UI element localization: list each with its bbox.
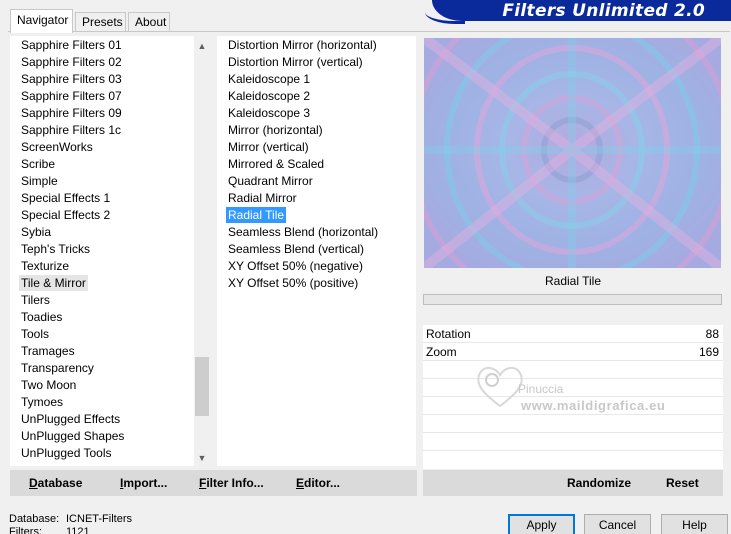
category-item[interactable]: Tramages	[19, 343, 77, 359]
status-value: 1121	[66, 526, 90, 534]
status-value: ICNET-Filters	[66, 513, 132, 525]
scroll-down-icon[interactable]: ▼	[194, 450, 210, 466]
status-database: Database: ICNET-Filters	[9, 513, 132, 525]
param-row-rotation[interactable]: Rotation 88	[423, 325, 723, 343]
filter-item[interactable]: Kaleidoscope 3	[226, 105, 312, 121]
preview-filter-name: Radial Tile	[424, 268, 722, 294]
status-filters: Filters: 1121	[9, 526, 90, 534]
filter-info-button[interactable]: Filter Info...	[199, 470, 264, 496]
param-row-empty	[423, 415, 723, 433]
button-rest: ditor...	[304, 476, 341, 490]
param-row-zoom[interactable]: Zoom 169	[423, 343, 723, 361]
category-item[interactable]: UnPlugged Shapes	[19, 428, 126, 444]
param-value: 169	[698, 345, 719, 359]
filter-item[interactable]: XY Offset 50% (positive)	[226, 275, 360, 291]
filter-item[interactable]: Radial Tile	[226, 207, 287, 223]
button-rest: mport...	[123, 476, 168, 490]
tab-about[interactable]: About	[128, 12, 170, 32]
scroll-thumb[interactable]	[195, 357, 209, 416]
button-accel: D	[29, 476, 38, 490]
filter-item[interactable]: Seamless Blend (horizontal)	[226, 224, 380, 240]
category-item[interactable]: Transparency	[19, 360, 96, 376]
tab-strip-divider	[8, 31, 730, 32]
category-item[interactable]: UnPlugged Effects	[19, 411, 122, 427]
category-item[interactable]: Tile & Mirror	[19, 275, 88, 291]
category-item[interactable]: Tools	[19, 326, 51, 342]
database-button[interactable]: Database	[29, 470, 82, 496]
tab-navigator[interactable]: Navigator	[10, 9, 73, 33]
preview-image	[424, 38, 721, 268]
category-item[interactable]: Toadies	[19, 309, 64, 325]
right-button-bar: Randomize Reset	[423, 470, 723, 496]
category-item[interactable]: Special Effects 1	[19, 190, 112, 206]
button-rest: atabase	[37, 476, 83, 490]
category-item[interactable]: Simple	[19, 173, 60, 189]
button-rest: ilter Info...	[206, 476, 264, 490]
tab-presets[interactable]: Presets	[75, 12, 126, 32]
filter-item[interactable]: Seamless Blend (vertical)	[226, 241, 366, 257]
param-row-empty	[423, 433, 723, 451]
category-item[interactable]: Texturize	[19, 258, 71, 274]
cancel-button[interactable]: Cancel	[584, 514, 651, 534]
parameter-panel[interactable]: Rotation 88 Zoom 169	[423, 325, 723, 469]
header-banner: Filters Unlimited 2.0	[432, 0, 731, 21]
param-label: Zoom	[426, 345, 457, 359]
radial-tile-preview	[424, 38, 721, 268]
filter-item[interactable]: Mirrored & Scaled	[226, 156, 326, 172]
category-item[interactable]: Teph's Tricks	[19, 241, 92, 257]
filter-item[interactable]: Kaleidoscope 1	[226, 71, 312, 87]
category-list[interactable]: Sapphire Filters 01 Sapphire Filters 02 Sa…	[10, 36, 209, 466]
param-row-empty	[423, 361, 723, 379]
filter-item[interactable]: Radial Mirror	[226, 190, 299, 206]
filter-item[interactable]: Mirror (vertical)	[226, 139, 311, 155]
help-button[interactable]: Help	[661, 514, 728, 534]
category-item[interactable]: Sapphire Filters 09	[19, 105, 124, 121]
filter-item[interactable]: Quadrant Mirror	[226, 173, 315, 189]
category-scrollbar[interactable]: ▲ ▼	[194, 36, 210, 466]
param-row-empty	[423, 451, 723, 469]
filter-item[interactable]: Distortion Mirror (horizontal)	[226, 37, 379, 53]
category-item[interactable]: Tilers	[19, 292, 52, 308]
param-label: Rotation	[426, 327, 471, 341]
filter-item[interactable]: Mirror (horizontal)	[226, 122, 325, 138]
watermark-author: Pinuccia	[518, 382, 564, 396]
category-item[interactable]: ScreenWorks	[19, 139, 95, 155]
banner-title: Filters Unlimited 2.0	[502, 1, 705, 21]
progress-bar	[423, 294, 722, 305]
status-label: Database:	[9, 513, 60, 525]
category-item[interactable]: Scribe	[19, 156, 57, 172]
filter-item[interactable]: XY Offset 50% (negative)	[226, 258, 365, 274]
banner-swoosh	[425, 12, 465, 24]
apply-button[interactable]: Apply	[508, 514, 575, 534]
category-item[interactable]: Sapphire Filters 01	[19, 37, 124, 53]
left-button-bar: Database Import... Filter Info... Editor…	[10, 470, 417, 496]
editor-button[interactable]: Editor...	[296, 470, 340, 496]
button-accel: E	[296, 476, 305, 490]
filter-item[interactable]: Distortion Mirror (vertical)	[226, 54, 365, 70]
category-item[interactable]: Tymoes	[19, 394, 65, 410]
category-item[interactable]: Sapphire Filters 03	[19, 71, 124, 87]
category-item[interactable]: Sapphire Filters 02	[19, 54, 124, 70]
status-label: Filters:	[9, 526, 42, 534]
category-item[interactable]: UnPlugged Tools	[19, 445, 114, 461]
filter-item[interactable]: Kaleidoscope 2	[226, 88, 312, 104]
watermark-url: www.maildigrafica.eu	[521, 398, 666, 413]
filter-list[interactable]: Distortion Mirror (horizontal) Distortion…	[217, 36, 416, 466]
scroll-up-icon[interactable]: ▲	[194, 38, 210, 54]
param-row-empty	[423, 379, 723, 397]
category-item[interactable]: Two Moon	[19, 377, 78, 393]
category-item[interactable]: Sapphire Filters 1c	[19, 122, 123, 138]
category-item[interactable]: Special Effects 2	[19, 207, 112, 223]
randomize-button[interactable]: Randomize	[567, 470, 631, 496]
import-button[interactable]: Import...	[120, 470, 167, 496]
category-item[interactable]: Sapphire Filters 07	[19, 88, 124, 104]
category-item[interactable]: Sybia	[19, 224, 53, 240]
reset-button[interactable]: Reset	[666, 470, 699, 496]
param-value: 88	[705, 327, 719, 341]
